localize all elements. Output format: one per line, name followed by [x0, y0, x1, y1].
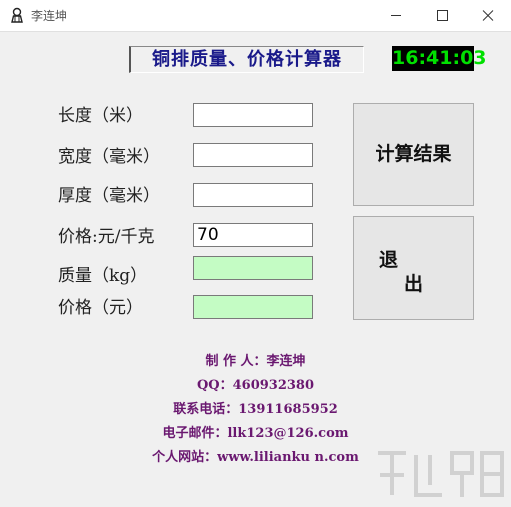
exit-button-label-2: 出: [404, 273, 424, 295]
total-price-output[interactable]: [193, 295, 313, 319]
calculate-button-label: 计算结果: [375, 143, 452, 165]
unit-price-input[interactable]: 70: [193, 223, 313, 247]
credit-qq: QQ：460932380: [196, 378, 315, 393]
maximize-icon: [437, 10, 448, 21]
credit-email: 电子邮件：llk123@126.com: [162, 426, 349, 441]
length-label: 长度（米）: [58, 106, 143, 126]
credit-author: 制 作 人：李连坤: [205, 354, 306, 369]
app-window: 李连坤 铜排质量、价格计算器 16:41:03 长度（米） 宽度（毫米） 厚度（…: [0, 0, 511, 507]
minimize-icon: [391, 15, 401, 16]
thickness-input[interactable]: [193, 183, 313, 207]
app-header-title: 铜排质量、价格计算器: [129, 46, 364, 73]
exit-button[interactable]: 退 出: [353, 216, 474, 320]
close-icon: [482, 10, 494, 21]
person-icon: [11, 7, 23, 23]
clock-display: 16:41:03: [392, 46, 487, 71]
window-title: 李连坤: [31, 9, 68, 23]
title-bar[interactable]: 李连坤: [0, 0, 511, 32]
watermark-logo: [378, 451, 504, 497]
calculate-button[interactable]: 计算结果: [353, 103, 474, 206]
total-price-label: 价格（元）: [58, 298, 143, 318]
width-label: 宽度（毫米）: [58, 147, 160, 167]
width-input[interactable]: [193, 143, 313, 167]
mass-output[interactable]: [193, 256, 313, 280]
minimize-button[interactable]: [373, 0, 419, 31]
unit-price-label: 价格:元/千克: [58, 227, 155, 247]
mass-label: 质量（kg）: [58, 266, 148, 286]
close-button[interactable]: [465, 0, 511, 31]
maximize-button[interactable]: [419, 0, 465, 31]
exit-button-label-1: 退: [379, 249, 399, 271]
length-input[interactable]: [193, 103, 313, 127]
credit-phone: 联系电话：13911685952: [173, 402, 338, 417]
thickness-label: 厚度（毫米）: [58, 186, 160, 206]
